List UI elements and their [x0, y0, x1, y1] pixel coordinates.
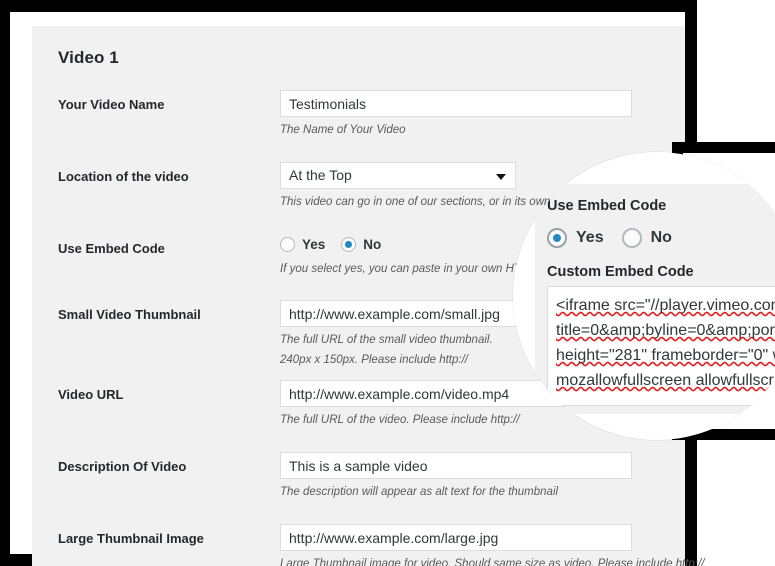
- hint-video-name: The Name of Your Video: [280, 124, 406, 136]
- video-location-select[interactable]: At the Top: [280, 161, 516, 189]
- video-location-selected-value: At the Top: [289, 166, 352, 183]
- hint-video-description: The description will appear as alt text …: [280, 485, 559, 498]
- control-video-name: Testimonials The Name of Your Video: [280, 90, 659, 140]
- magnified-radio-no-icon[interactable]: [621, 228, 642, 248]
- page-title: Video 1: [58, 48, 119, 67]
- label-video-url: Video URL: [58, 387, 124, 403]
- code-line: <iframe src="//player.vimeo.com/: [556, 293, 775, 318]
- custom-embed-code-textarea[interactable]: <iframe src="//player.vimeo.com/ title=0…: [547, 286, 775, 406]
- label-small-thumbnail: Small Video Thumbnail: [58, 307, 201, 323]
- magnified-radio-group: Yes No: [547, 228, 775, 248]
- magnifier-content: Use Embed Code Yes No Custom Embed Code …: [535, 184, 775, 414]
- radio-yes-icon[interactable]: [280, 237, 295, 253]
- radio-no-icon[interactable]: [341, 237, 357, 253]
- magnified-radio-option-no[interactable]: No: [621, 228, 672, 248]
- hint-large-thumbnail: Large Thumbnail image for video. Should …: [280, 557, 705, 566]
- label-use-embed-code: Use Embed Code: [58, 240, 165, 256]
- control-large-thumbnail: http://www.example.com/large.jpg Large T…: [280, 523, 705, 566]
- code-line: height="281" frameborder="0" w: [556, 343, 775, 368]
- control-video-description: This is a sample video The description w…: [280, 451, 659, 502]
- magnified-radio-yes-icon[interactable]: [547, 228, 567, 248]
- form-row-video-description: Description Of Video This is a sample vi…: [58, 451, 659, 502]
- magnified-label-custom-embed-code: Custom Embed Code: [547, 264, 694, 280]
- radio-option-no[interactable]: No: [341, 237, 382, 253]
- form-row-video-name: Your Video Name Testimonials The Name of…: [58, 90, 659, 140]
- label-large-thumbnail: Large Thumbnail Image: [58, 530, 204, 546]
- video-description-input[interactable]: This is a sample video: [280, 451, 632, 479]
- label-video-name: Your Video Name: [58, 97, 165, 112]
- magnified-radio-yes-label: Yes: [576, 229, 604, 246]
- radio-option-yes[interactable]: Yes: [280, 237, 326, 253]
- magnifier-lens: Use Embed Code Yes No Custom Embed Code …: [513, 152, 775, 440]
- large-thumbnail-input[interactable]: http://www.example.com/large.jpg: [280, 523, 632, 551]
- magnified-radio-option-yes[interactable]: Yes: [547, 228, 604, 248]
- code-line: title=0&amp;byline=0&amp;portr: [556, 318, 775, 343]
- radio-no-label: No: [363, 237, 382, 253]
- video-name-input[interactable]: Testimonials: [280, 90, 632, 117]
- label-video-location: Location of the video: [58, 168, 189, 184]
- label-video-description: Description Of Video: [58, 458, 187, 474]
- screenshot-stage: Video 1 Your Video Name Testimonials The…: [0, 0, 775, 566]
- radio-yes-label: Yes: [302, 237, 326, 253]
- code-text: title=0&amp;byline=0&amp;portr: [556, 322, 775, 339]
- magnified-radio-no-label: No: [650, 229, 672, 246]
- code-text: <iframe src="//player.vimeo.com/: [556, 297, 775, 314]
- code-text: height="281" frameborder="0" w: [556, 347, 775, 364]
- form-row-large-thumbnail: Large Thumbnail Image http://www.example…: [58, 523, 705, 566]
- code-text: mozallowfullscreen allowfullscr: [556, 372, 774, 389]
- chevron-down-icon: [496, 173, 506, 180]
- code-line: mozallowfullscreen allowfullscr: [556, 368, 775, 393]
- magnified-label-use-embed-code: Use Embed Code: [547, 198, 667, 214]
